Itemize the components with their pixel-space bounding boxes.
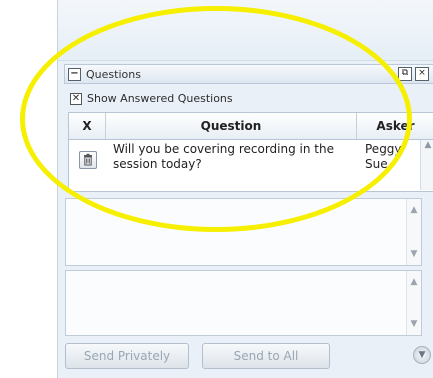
question-text: Will you be covering recording in the se… [113,142,334,171]
questions-table: X Question Asker Will you be covering re… [68,112,433,192]
column-header-question[interactable]: Question [106,113,357,139]
delete-question-button[interactable] [79,151,97,169]
scroll-up-icon[interactable]: ▲ [407,277,421,287]
column-header-x[interactable]: X [69,113,106,139]
show-answered-row[interactable]: ✕ Show Answered Questions [70,92,233,105]
question-view-scrollbar[interactable]: ▲ ▼ [406,199,421,265]
options-dropdown-icon[interactable]: ▼ [413,346,431,364]
close-icon[interactable]: × [415,67,429,81]
panel-top-area [58,0,433,61]
table-row[interactable]: Will you be covering recording in the se… [69,140,433,184]
show-answered-checkbox[interactable]: ✕ [70,92,82,105]
question-view-box[interactable]: ▲ ▼ [65,198,422,266]
send-to-all-button[interactable]: Send to All [202,343,330,369]
table-scrollbar[interactable]: ▲ [420,140,433,190]
answer-input-box[interactable]: ▲ ▼ [65,270,422,336]
column-header-asker[interactable]: Asker [357,113,433,139]
scroll-up-icon[interactable]: ▲ [407,205,421,215]
send-privately-button[interactable]: Send Privately [65,343,189,369]
trash-icon [84,153,92,166]
show-answered-label: Show Answered Questions [87,92,233,105]
questions-panel: − Questions ⧉ × ✕ Show Answered Question… [57,0,433,378]
answer-input-scrollbar[interactable]: ▲ ▼ [406,271,421,335]
questions-title: Questions [86,67,141,81]
screenshot: − Questions ⧉ × ✕ Show Answered Question… [0,0,433,378]
scroll-down-icon[interactable]: ▼ [407,249,421,259]
collapse-icon[interactable]: − [68,67,81,81]
popout-icon[interactable]: ⧉ [398,67,412,81]
questions-header: − Questions ⧉ × [64,64,433,84]
scroll-up-icon[interactable]: ▲ [425,140,432,150]
table-header: X Question Asker [69,113,433,140]
asker-name: Peggy Sue [365,142,402,171]
scroll-down-icon[interactable]: ▼ [407,319,421,329]
